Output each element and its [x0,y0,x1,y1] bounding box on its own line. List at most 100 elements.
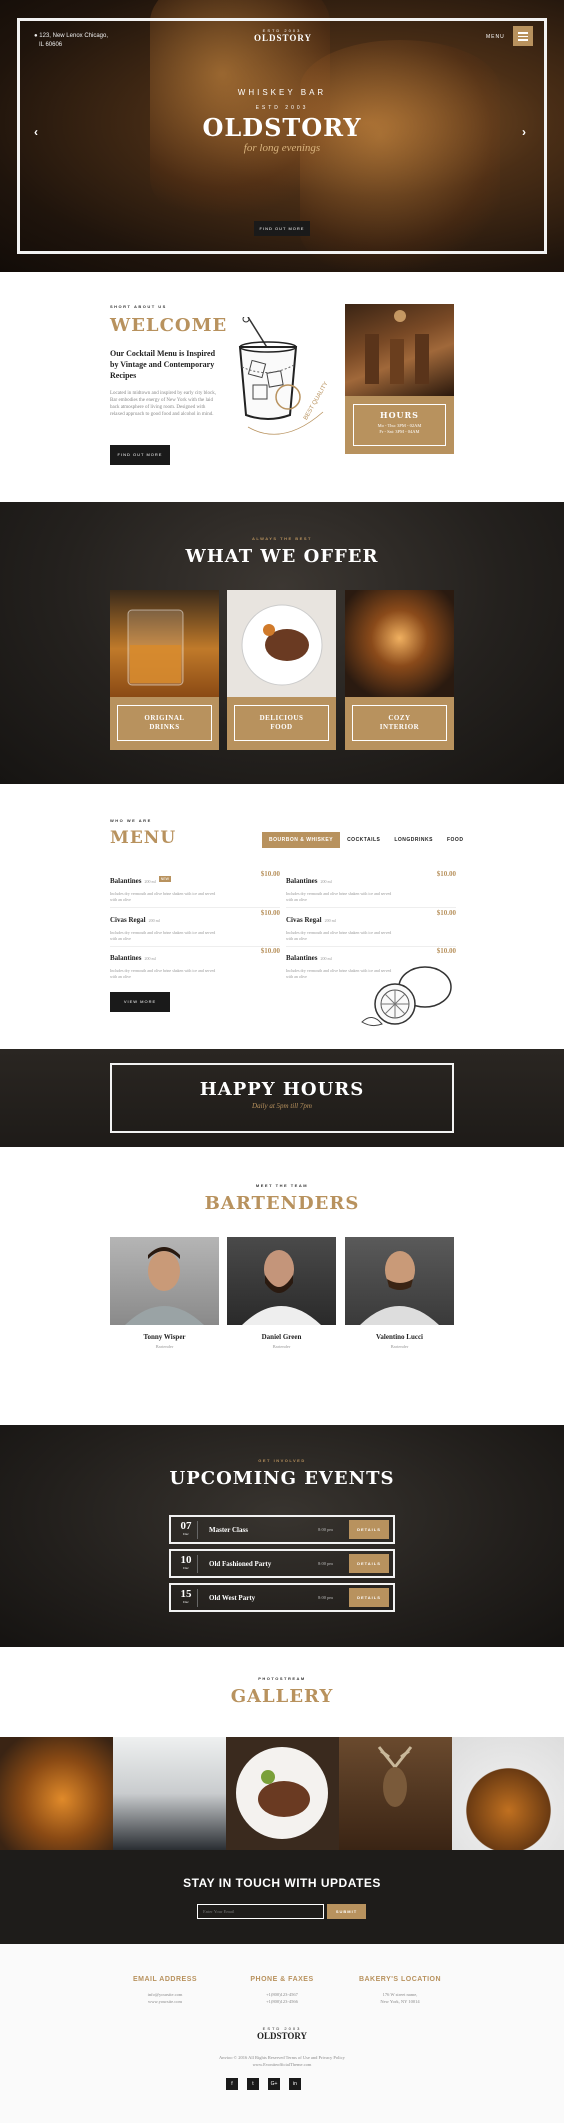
interior-image [345,590,454,697]
bartender-card[interactable]: Valentino Lucci Bartender [345,1237,454,1349]
tab-food[interactable]: FOOD [440,832,470,848]
footer-email-link[interactable]: info@yoursite.com [110,1991,220,1998]
hours-line2: Fr - Sat: 3PM - 04AM [379,429,420,434]
menu-view-more-button[interactable]: VIEW MORE [110,992,170,1012]
event-details-button[interactable]: DETAILS [349,1520,389,1539]
menu-label: WHO WE ARE [110,818,152,823]
footer-copyright: Anvioo © 2016 All Rights Reserved Terms … [0,2054,564,2068]
offer-card-line2: FOOD [270,723,293,731]
header-logo[interactable]: ESTD 2003 OLDSTORY [254,28,313,43]
footer-website-link[interactable]: www.yoursite.com [110,1998,220,2005]
menu-label[interactable]: MENU [486,34,505,40]
about-body: Located in midtown and inspired by early… [110,391,216,417]
copyright-text: Anvioo © 2016 All Rights Reserved Terms … [219,2055,345,2060]
event-time: 8:00 pm [318,1561,333,1566]
event-row[interactable]: 07 Dec Master Class 8:00 pm DETAILS [169,1515,395,1544]
cocktail-sketch-illustration: BEST QUALITY [238,317,330,435]
menu-item[interactable]: Balantines 200 ml NEW $10.00 Includes dry … [110,870,280,908]
footer-address-line2: New York, NY 10014 [380,1999,420,2004]
hamburger-menu-button[interactable] [513,26,533,46]
footer-col-title: PHONE & FAXES [250,1976,314,1983]
linkedin-icon[interactable]: in [289,2078,301,2090]
menu-item-desc: Includes dry vermouth and olive brine sh… [286,891,392,902]
menu-item-size: 200 ml [320,956,332,961]
offer-card-drinks[interactable]: ORIGINAL DRINKS [110,590,219,750]
food-image [227,590,336,697]
offer-card-line1: DELICIOUS [259,714,304,722]
bartender-role: Bartender [390,1344,409,1349]
bartenders-title: BARTENDERS [204,1193,360,1214]
gallery-image[interactable] [113,1737,226,1850]
gallery-image[interactable] [226,1737,339,1850]
footer-fax: +1(800)123-4566 [266,1999,298,2004]
logo-name: OLDSTORY [254,33,313,43]
event-row[interactable]: 15 Dec Old West Party 8:00 pm DETAILS [169,1583,395,1612]
menu-item[interactable]: Balantines 200 ml $10.00 Includes dry ver… [286,870,456,908]
slider-prev-arrow-icon[interactable]: ‹ [34,125,38,139]
menu-item[interactable]: Civas Regal 200 ml $10.00 Includes dry ve… [110,909,280,947]
tab-bourbon-whiskey[interactable]: BOURBON & WHISKEY [262,832,341,848]
bartender-photo [345,1237,454,1325]
event-row[interactable]: 10 Dec Old Fashioned Party 8:00 pm DETAIL… [169,1549,395,1578]
menu-item-name: Civas Regal [286,916,322,924]
bartenders-label: MEET THE TEAM [255,1183,309,1188]
gallery-image[interactable] [452,1737,564,1850]
event-time: 8:00 pm [318,1595,333,1600]
hero-tagline: for long evenings [243,142,321,154]
gallery-image[interactable] [0,1737,113,1850]
bartender-name: Tonny Wisper [143,1333,186,1341]
offer-card-food[interactable]: DELICIOUS FOOD [227,590,336,750]
drinks-image [110,590,219,697]
offer-card-interior[interactable]: COZY INTERIOR [345,590,454,750]
location-pin-icon: ● [34,33,38,39]
bartender-photo [110,1237,219,1325]
about-section: SHORT ABOUT US WELCOME Our Cocktail Menu… [0,272,564,502]
event-details-button[interactable]: DETAILS [349,1588,389,1607]
menu-item-desc: Includes dry vermouth and olive brine sh… [110,930,216,941]
menu-item-name: Civas Regal [110,916,146,924]
events-section: GET INVOLVED UPCOMING EVENTS 07 Dec Maste… [0,1425,564,1647]
menu-item[interactable]: Balantines 200 ml $10.00 Includes dry ver… [110,947,280,985]
menu-section: WHO WE ARE MENU BOURBON & WHISKEY COCKTA… [0,784,564,1049]
footer-location-col: BAKERY'S LOCATION 176 W street name, New … [345,1976,455,2005]
hero-est: ESTD 2003 [255,105,309,111]
gallery-label: PHOTOSTREAM [258,1676,306,1681]
event-details-button[interactable]: DETAILS [349,1554,389,1573]
event-day: 10 [180,1554,192,1566]
tab-cocktails[interactable]: COCKTAILS [340,832,387,848]
menu-item-name: Balantines [110,877,142,885]
offer-label: ALWAYS THE BEST [252,536,312,541]
menu-item-desc: Includes dry vermouth and olive brine sh… [286,930,392,941]
bartender-card[interactable]: Tonny Wisper Bartender [110,1237,219,1349]
bartender-role: Bartender [272,1344,291,1349]
footer: EMAIL ADDRESS info@yoursite.com www.yours… [0,1944,564,2123]
facebook-icon[interactable]: f [226,2078,238,2090]
hours-title: HOURS [380,410,419,420]
event-name: Old Fashioned Party [209,1560,272,1568]
about-label: SHORT ABOUT US [110,304,167,309]
bartender-name: Valentino Lucci [376,1333,423,1341]
slider-next-arrow-icon[interactable]: › [522,125,526,139]
bartenders-section: MEET THE TEAM BARTENDERS Tonny Wisper Ba… [0,1147,564,1425]
bartender-role: Bartender [155,1344,174,1349]
hero-find-out-more-button[interactable]: FIND OUT MORE [254,221,310,236]
footer-logo[interactable]: ESTD 2003 OLDSTORY [254,2026,310,2041]
menu-item-price: $10.00 [260,870,280,878]
event-month: Dec [183,1600,189,1604]
tab-longdrinks[interactable]: LONGDRINKS [387,832,440,848]
submit-button[interactable]: SUBMIT [327,1904,366,1919]
twitter-icon[interactable]: t [247,2078,259,2090]
newsletter-title: STAY IN TOUCH WITH UPDATES [183,1876,381,1890]
gallery-title: GALLERY [230,1686,334,1707]
event-day: 07 [180,1520,192,1532]
offer-section: ALWAYS THE BEST WHAT WE OFFER ORIGINAL DR… [0,502,564,784]
google-plus-icon[interactable]: G+ [268,2078,280,2090]
gallery-image[interactable] [339,1737,452,1850]
menu-item-price: $10.00 [436,909,456,917]
about-find-out-more-button[interactable]: FIND OUT MORE [110,445,170,465]
lemon-sketch-illustration [361,966,452,1027]
bartender-name: Daniel Green [261,1333,302,1341]
menu-item[interactable]: Civas Regal 200 ml $10.00 Includes dry ve… [286,909,456,947]
bartender-card[interactable]: Daniel Green Bartender [227,1237,336,1349]
email-input[interactable] [197,1904,324,1919]
